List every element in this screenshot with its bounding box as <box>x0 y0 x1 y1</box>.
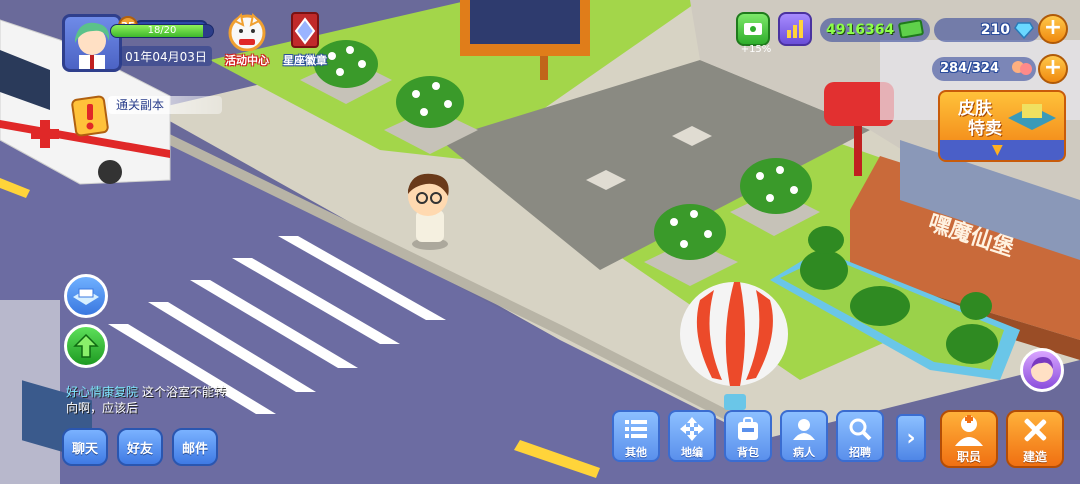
toolbar-item-map-edit[interactable]: 地编 <box>668 410 716 462</box>
toolbar-item-label: 病人 <box>793 446 815 459</box>
ranking-button[interactable] <box>778 12 812 46</box>
patients-icon <box>1012 61 1032 75</box>
toolbar-item-label: 招聘 <box>849 446 871 459</box>
tools-icon <box>1024 418 1047 442</box>
income-boost-percent: +15% <box>740 44 772 55</box>
mail-button[interactable]: 邮件 <box>172 428 218 466</box>
add-gems-button[interactable]: + <box>1038 14 1068 44</box>
constellation-badge-button[interactable]: 星座徽章 <box>270 10 340 68</box>
staff-label: 职员 <box>956 450 981 464</box>
population-bar: 284/324 + <box>932 52 1080 86</box>
hospital-map-icon <box>73 288 99 305</box>
list-icon <box>625 420 647 438</box>
map-view-button[interactable] <box>64 274 108 318</box>
chevron-down-icon[interactable]: ▼ <box>992 142 1003 158</box>
quest-panel[interactable]: 通关副本 <box>70 92 222 138</box>
gem-value: 210 <box>980 22 1010 38</box>
upgrade-button[interactable] <box>64 324 108 368</box>
toolbar-item-label: 地编 <box>681 446 703 459</box>
up-arrow-icon <box>73 333 99 358</box>
chat-button[interactable]: 聊天 <box>62 428 108 466</box>
constellation-badge-icon <box>291 12 319 48</box>
skin-sale-banner[interactable]: 皮肤 特卖 ▼ <box>938 90 1066 162</box>
backpack-icon <box>738 417 758 440</box>
skin-preview-icon <box>1008 104 1056 130</box>
visitor-face-icon <box>1031 357 1053 382</box>
gem-icon <box>1014 22 1034 39</box>
player-avatar[interactable] <box>62 14 122 72</box>
build-button[interactable]: 建造 <box>1006 410 1064 468</box>
cash-icon <box>898 20 924 38</box>
skin-sale-subtitle: 特卖 <box>968 119 1002 139</box>
add-population-button[interactable]: + <box>1038 54 1068 84</box>
quest-progress-text: 18/20 <box>147 25 177 36</box>
cash-boost-icon <box>744 23 762 35</box>
bottom-toolbar: 其他 地编 背包 病人 招聘 › <box>604 410 932 468</box>
chat-preview[interactable]: 好心情康复院 这个浴室不能转向啊，应该后 <box>66 384 236 416</box>
search-icon <box>849 418 872 441</box>
visitor-avatar[interactable] <box>1020 348 1064 392</box>
gem-counter: 210 <box>934 18 1040 42</box>
quest-title: 通关副本 <box>108 96 222 114</box>
income-boost-button[interactable] <box>736 12 770 46</box>
chevron-right-icon[interactable]: › <box>896 414 926 462</box>
move-arrows-icon <box>680 417 704 441</box>
lucky-cat-icon <box>228 12 266 51</box>
quest-alert-icon <box>71 95 109 137</box>
build-label: 建造 <box>1022 450 1047 464</box>
toolbar-item-patients[interactable]: 病人 <box>780 410 828 462</box>
toolbar-item-label: 背包 <box>737 446 759 459</box>
friends-button[interactable]: 好友 <box>117 428 163 466</box>
chat-sender: 好心情康复院 <box>66 385 139 399</box>
toolbar-item-other[interactable]: 其他 <box>612 410 660 462</box>
patient-icon <box>793 419 815 440</box>
toolbar-item-recruit[interactable]: 招聘 <box>836 410 884 462</box>
bar-chart-icon <box>787 20 803 38</box>
constellation-badge-label: 星座徽章 <box>283 54 327 67</box>
staff-button[interactable]: 职员 <box>940 410 998 468</box>
doctor-icon <box>955 415 983 446</box>
quest-progress-bar: 18/20 <box>110 24 214 38</box>
resource-bar: +15% 4916364 210 + <box>736 10 1080 55</box>
population-value: 284/324 <box>940 61 1000 76</box>
toolbar-item-label: 其他 <box>625 446 647 459</box>
cash-value: 4916364 <box>826 22 895 38</box>
population-counter: 284/324 <box>932 57 1036 81</box>
toolbar-item-backpack[interactable]: 背包 <box>724 410 772 462</box>
game-date: 01年04月03日 <box>120 46 212 66</box>
